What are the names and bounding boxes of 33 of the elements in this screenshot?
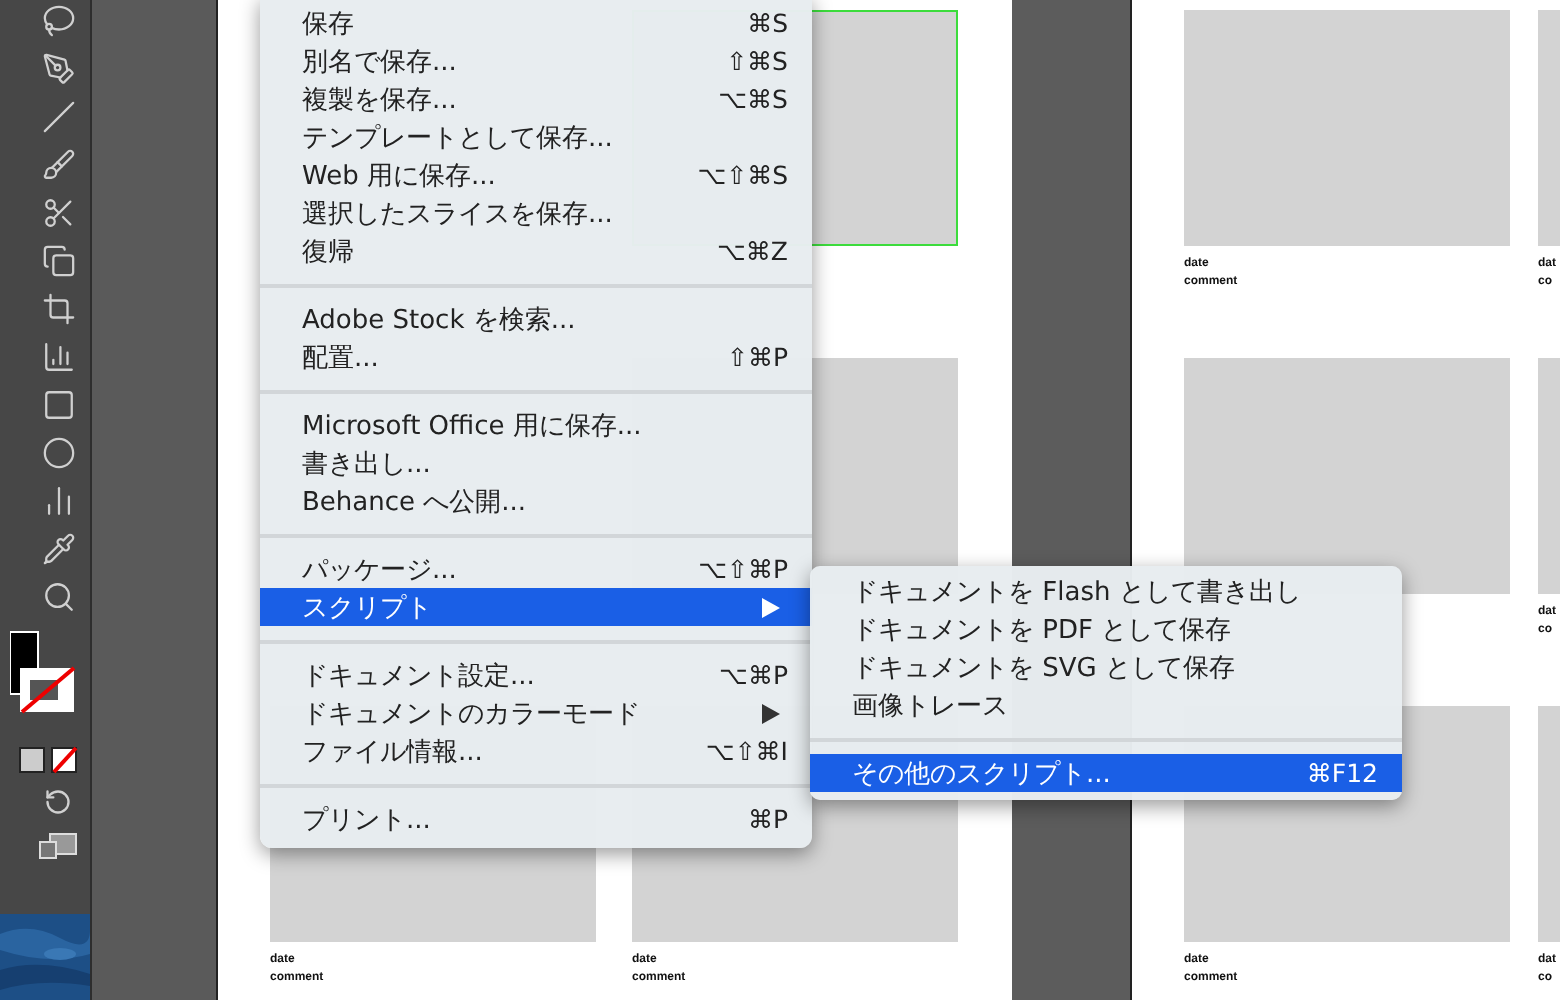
menu-item[interactable]: Microsoft Office 用に保存... [260, 406, 812, 444]
menu-item[interactable]: ドキュメントを PDF として保存 [810, 610, 1402, 648]
color-mode-icon[interactable] [18, 746, 78, 774]
menu-item[interactable]: 復帰 ⌥⌘Z [260, 232, 812, 270]
menu-item[interactable]: ファイル情報... ⌥⇧⌘I [260, 732, 812, 770]
pen-icon[interactable] [38, 48, 78, 88]
shape-icon[interactable] [38, 432, 78, 472]
menu-item[interactable]: ドキュメントのカラーモード [260, 694, 812, 732]
line-icon[interactable] [38, 96, 78, 136]
menu-item[interactable]: Adobe Stock を検索... [260, 300, 812, 338]
brush-icon[interactable] [38, 144, 78, 184]
menu-item[interactable]: プリント... ⌘P [260, 800, 812, 838]
menu-item[interactable]: パッケージ... ⌥⇧⌘P [260, 550, 812, 588]
menu-item[interactable]: 保存 ⌘S [260, 4, 812, 42]
eyedropper-icon[interactable] [38, 528, 78, 568]
menu-item[interactable]: 画像トレース [810, 686, 1402, 724]
menu-item[interactable]: スクリプト [260, 588, 812, 626]
menu-item[interactable]: ドキュメントを Flash として書き出し [810, 572, 1402, 610]
menu-item[interactable]: その他のスクリプト... ⌘F12 [810, 754, 1402, 792]
menu-item[interactable]: ドキュメント設定... ⌥⌘P [260, 656, 812, 694]
menu-item[interactable]: Web 用に保存... ⌥⇧⌘S [260, 156, 812, 194]
menu-item[interactable]: 選択したスライスを保存... [260, 194, 812, 232]
menu-item[interactable]: 配置... ⇧⌘P [260, 338, 812, 376]
menu-item[interactable]: Behance へ公開... [260, 482, 812, 520]
menu-item[interactable]: 書き出し... [260, 444, 812, 482]
screen-mode-icon[interactable] [38, 830, 78, 862]
menu-item[interactable]: 複製を保存... ⌥⌘S [260, 80, 812, 118]
menu-item[interactable]: ドキュメントを SVG として保存 [810, 648, 1402, 686]
scale-icon[interactable] [38, 240, 78, 280]
lasso-icon[interactable] [38, 0, 78, 40]
menu-item[interactable]: テンプレートとして保存... [260, 118, 812, 156]
menu-item[interactable]: 別名で保存... ⇧⌘S [260, 42, 812, 80]
crop-icon[interactable] [38, 288, 78, 328]
